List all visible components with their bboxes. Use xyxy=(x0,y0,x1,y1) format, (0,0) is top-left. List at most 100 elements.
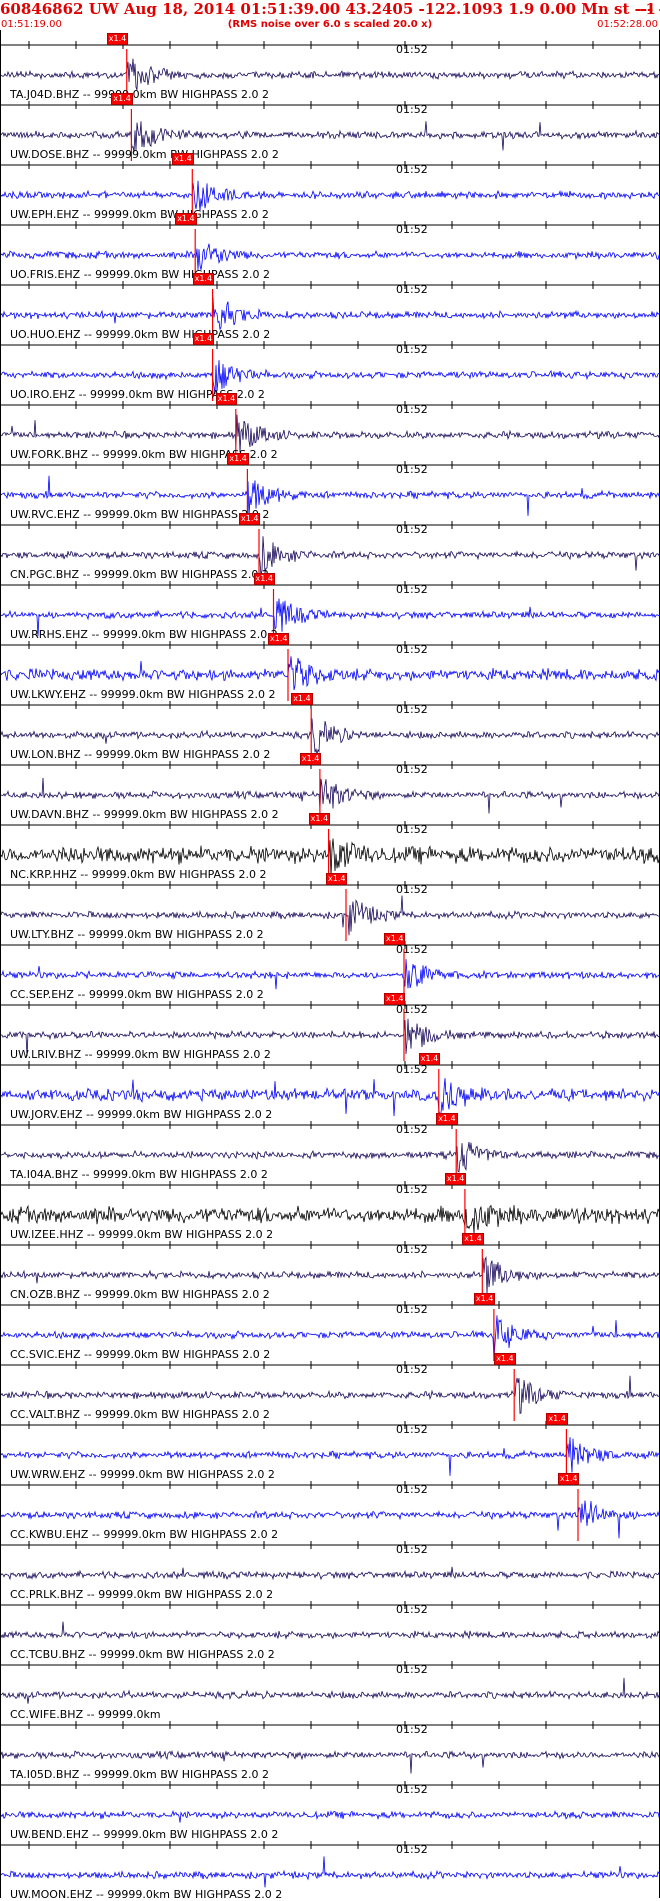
event-title-text: 60846862 UW Aug 18, 2014 01:51:39.00 43.… xyxy=(0,0,660,18)
station-label: UW.LON.BHZ -- 99999.0km BW HIGHPASS 2.0 … xyxy=(10,748,271,761)
time-tick-label: 01:52 xyxy=(396,1483,428,1496)
time-tick-label: 01:52 xyxy=(396,343,428,356)
station-label: UO.FRIS.EHZ -- 99999.0km BW HIGHPASS 2.0… xyxy=(10,268,270,281)
time-tick-label: 01:52 xyxy=(396,1003,428,1016)
scale-box: x1.4 xyxy=(558,1473,580,1485)
time-tick-label: 01:52 xyxy=(396,283,428,296)
time-tick-label: 01:52 xyxy=(396,223,428,236)
time-tick-label: 01:52 xyxy=(396,1183,428,1196)
station-label: CC.KWBU.EHZ -- 99999.0km BW HIGHPASS 2.0… xyxy=(10,1528,279,1541)
scale-box: x1.4 xyxy=(111,93,133,105)
station-label: CC.SEP.EHZ -- 99999.0km BW HIGHPASS 2.0 … xyxy=(10,988,264,1001)
time-tick-label: 01:52 xyxy=(396,1063,428,1076)
station-label: CC.SVIC.EHZ -- 99999.0km BW HIGHPASS 2.0… xyxy=(10,1348,271,1361)
scale-box: x1.4 xyxy=(384,993,406,1005)
time-tick-label: 01:52 xyxy=(396,1423,428,1436)
station-label: UW.BEND.EHZ -- 99999.0km BW HIGHPASS 2.0… xyxy=(10,1828,279,1841)
scale-box: x1.4 xyxy=(299,753,322,765)
scale-box: x1.4 xyxy=(215,393,238,405)
time-tick-label: 01:52 xyxy=(396,1243,428,1256)
time-tick-label: 01:52 xyxy=(396,523,428,536)
waveform xyxy=(1,414,660,453)
scale-box: x1.4 xyxy=(384,933,406,945)
station-label: UW.IZEE.HHZ -- 99999.0km BW HIGHPASS 2.0… xyxy=(10,1228,274,1241)
time-tick-label: 01:52 xyxy=(396,1543,428,1556)
scale-box: x1.4 xyxy=(473,1293,496,1305)
waveform xyxy=(1,297,660,331)
scale-box: x1.4 xyxy=(494,1353,516,1365)
waveform xyxy=(1,1809,660,1823)
scale-box: x1.4 xyxy=(291,693,313,705)
scale-box: x1.4 xyxy=(172,153,194,165)
scale-box: x1.4 xyxy=(106,33,129,45)
station-label: TA.I05D.BHZ -- 99999.0km BW HIGHPASS 2.0… xyxy=(10,1768,269,1781)
time-tick-label: 01:52 xyxy=(396,583,428,596)
station-label: CN.PGC.BHZ -- 99999.0km BW HIGHPASS 2.0 … xyxy=(10,568,269,581)
waveform xyxy=(1,1856,660,1888)
station-label: UW.RVC.EHZ -- 99999.0km BW HIGHPASS 2.0 … xyxy=(10,508,270,521)
scale-box: x1.4 xyxy=(418,1053,441,1065)
station-label: UW.RRHS.EHZ -- 99999.0km BW HIGHPASS 2.0… xyxy=(10,628,278,641)
scale-box: x1.4 xyxy=(227,453,249,465)
station-label: TA.J04D.BHZ -- 99999.0km BW HIGHPASS 2.0… xyxy=(10,88,269,101)
time-tick-label: 01:52 xyxy=(396,1783,428,1796)
station-label: UW.LRIV.BHZ -- 99999.0km BW HIGHPASS 2.0… xyxy=(10,1048,271,1061)
time-tick-label: 01:52 xyxy=(396,1723,428,1736)
station-label: UW.WRW.EHZ -- 99999.0km BW HIGHPASS 2.0 … xyxy=(10,1468,275,1481)
waveform xyxy=(1,243,660,270)
time-tick-label: 01:52 xyxy=(396,1303,428,1316)
station-label: CN.OZB.BHZ -- 99999.0km BW HIGHPASS 2.0 … xyxy=(10,1288,270,1301)
scale-box: x1.4 xyxy=(239,513,261,525)
scale-box: x1.4 xyxy=(192,273,215,285)
time-tick-label: 01:52 xyxy=(396,1663,428,1676)
station-label: NC.KRP.HHZ -- 99999.0km BW HIGHPASS 2.0 … xyxy=(10,868,267,881)
scale-box: x1.4 xyxy=(175,213,197,225)
event-title: 60846862 UW Aug 18, 2014 01:51:39.00 43.… xyxy=(0,0,660,18)
scale-box: x1.4 xyxy=(462,1233,484,1245)
station-label: CC.VALT.BHZ -- 99999.0km BW HIGHPASS 2.0… xyxy=(10,1408,270,1421)
station-label: UW.JORV.EHZ -- 99999.0km BW HIGHPASS 2.0… xyxy=(10,1108,273,1121)
scale-box: x1.4 xyxy=(326,873,348,885)
waveform xyxy=(1,1677,660,1704)
station-label: UW.LTY.BHZ -- 99999.0km BW HIGHPASS 2.0 … xyxy=(10,928,264,941)
station-label: CC.WIFE.BHZ -- 99999.0km xyxy=(10,1708,161,1721)
time-tick-label: 01:52 xyxy=(396,103,428,116)
time-tick-label: 01:52 xyxy=(396,1603,428,1616)
time-tick-label: 01:52 xyxy=(396,943,428,956)
time-tick-label: 01:52 xyxy=(396,43,428,56)
time-tick-label: 01:52 xyxy=(396,1843,428,1856)
waveform xyxy=(1,1566,660,1581)
seismogram-traces xyxy=(1,41,660,1888)
scale-box: x1.4 xyxy=(192,333,215,345)
station-label: UW.EPH.EHZ -- 99999.0km BW HIGHPASS 2.0 … xyxy=(10,208,269,221)
time-tick-label: 01:52 xyxy=(396,883,428,896)
station-label: CC.TCBU.BHZ -- 99999.0km BW HIGHPASS 2.0… xyxy=(10,1648,275,1661)
station-label: UW.LKWY.EHZ -- 99999.0km BW HIGHPASS 2.0… xyxy=(10,688,276,701)
waveform xyxy=(1,959,660,990)
station-label: CC.PRLK.BHZ -- 99999.0km BW HIGHPASS 2.0… xyxy=(10,1588,274,1601)
time-tick-label: 01:52 xyxy=(396,163,428,176)
waveform xyxy=(1,58,660,90)
waveform xyxy=(1,656,660,691)
scale-box: x1.4 xyxy=(268,633,290,645)
time-tick-label: 01:52 xyxy=(396,703,428,716)
time-tick-label: 01:52 xyxy=(396,1123,428,1136)
scale-box: x1.4 xyxy=(444,1173,467,1185)
scale-box: x1.4 xyxy=(436,1113,458,1125)
seismogram-plot: 01:52 TA.J04D.BHZ -- 99999.0km BW HIGHPAS… xyxy=(0,30,660,1901)
time-tick-label: 01:52 xyxy=(396,403,428,416)
time-tick-label: 01:52 xyxy=(396,643,428,656)
waveform xyxy=(1,180,660,211)
station-label: UW.DOSE.BHZ -- 99999.0km BW HIGHPASS 2.0… xyxy=(10,148,279,161)
time-tick-label: 01:52 xyxy=(396,463,428,476)
time-tick-label: 01:52 xyxy=(396,763,428,776)
time-tick-label: 01:52 xyxy=(396,1363,428,1376)
event-title-right: -1 xyxy=(639,0,656,18)
scale-box: x1.4 xyxy=(253,573,275,585)
station-label: UW.MOON.EHZ -- 99999.0km BW HIGHPASS 2.0… xyxy=(10,1888,283,1901)
time-tick-label: 01:52 xyxy=(396,823,428,836)
station-label: TA.I04A.BHZ -- 99999.0km BW HIGHPASS 2.0… xyxy=(10,1168,268,1181)
station-label: UO.HUO.EHZ -- 99999.0km BW HIGHPASS 2.0 … xyxy=(10,328,271,341)
waveform xyxy=(1,1621,660,1640)
scale-box: x1.4 xyxy=(308,813,331,825)
